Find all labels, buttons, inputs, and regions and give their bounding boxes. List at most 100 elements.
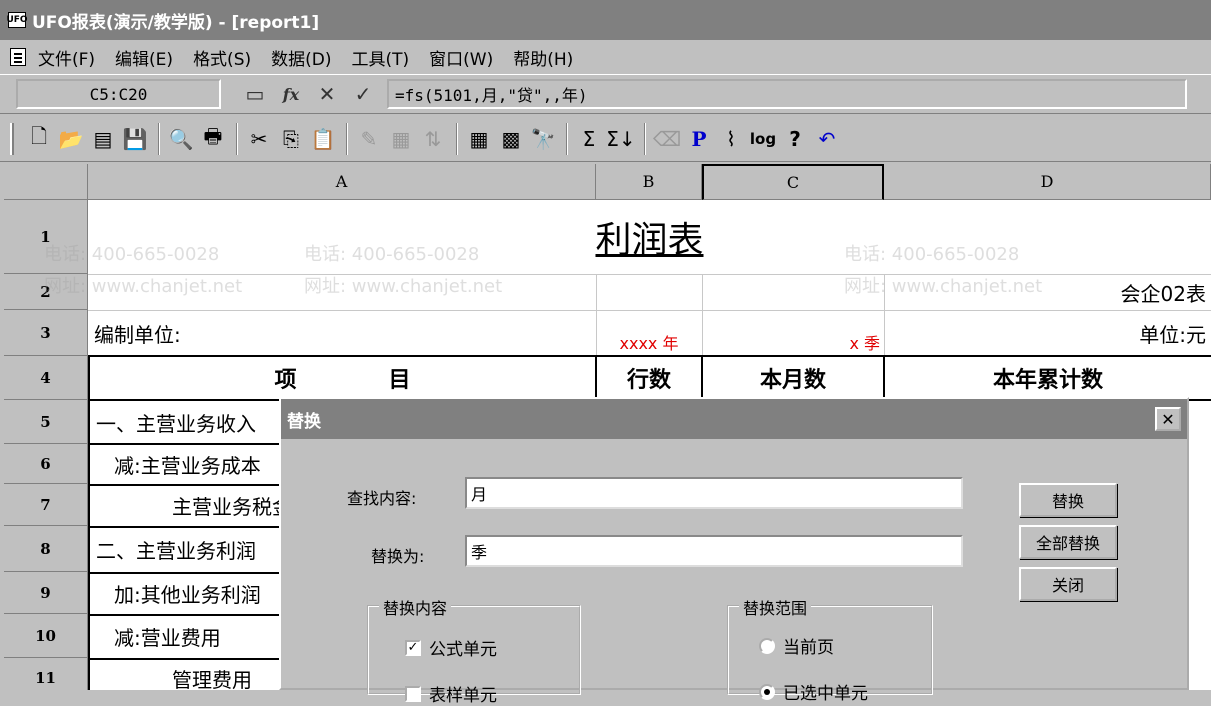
- prepared-by-cell[interactable]: 编制单位:: [94, 310, 394, 356]
- column-header-b[interactable]: B: [596, 164, 702, 200]
- confirm-edit-icon[interactable]: ✓: [349, 80, 377, 108]
- print-icon[interactable]: 🖶: [198, 123, 228, 155]
- row-header-10[interactable]: 10: [4, 614, 88, 658]
- menu-format[interactable]: 格式(S): [193, 45, 251, 70]
- row-header-3[interactable]: 3: [4, 310, 88, 356]
- separator: [236, 122, 238, 155]
- replace-dialog: 替换 ✕ 查找内容: 月 替换为: 季 替换 全部替换 关闭 替换内容 ✓ 公式…: [279, 397, 1189, 706]
- find-input[interactable]: 月: [465, 477, 963, 509]
- item-row-8[interactable]: 二、主营业务利润: [96, 526, 286, 572]
- copy-icon[interactable]: ⎘: [276, 123, 306, 155]
- toolbar: 🗋 📂 ▤ 💾 🔍 🖶 ✂ ⎘ 📋 ✎ ▦ ⇅ ▦ ▩ 🔭 Σ Σ↓ ⌫ P ⌇…: [0, 116, 1211, 162]
- row-header-2[interactable]: 2: [4, 274, 88, 310]
- function-wizard-icon[interactable]: ▭: [241, 80, 269, 108]
- app-window: UFO UFO报表(演示/教学版) - [report1] 文件(F) 编辑(E…: [0, 0, 1211, 706]
- sum-down-icon[interactable]: Σ↓: [606, 123, 636, 155]
- cancel-edit-icon[interactable]: ✕: [313, 80, 341, 108]
- form-code-cell[interactable]: 会企02表: [884, 274, 1206, 310]
- scope-current-page-radio[interactable]: 当前页: [759, 633, 834, 658]
- help-pointer-icon[interactable]: ?: [780, 123, 810, 155]
- row-header-8[interactable]: 8: [4, 526, 88, 572]
- row-header-1[interactable]: 1: [4, 200, 88, 274]
- dialog-title: 替换: [287, 411, 321, 432]
- paste-icon[interactable]: 📋: [308, 123, 338, 155]
- item-row-7[interactable]: 主营业务税金: [172, 484, 286, 526]
- item-row-6[interactable]: 减:主营业务成本: [114, 444, 286, 484]
- scope-selected-cells-radio[interactable]: 已选中单元: [759, 679, 868, 704]
- row-header-7[interactable]: 7: [4, 484, 88, 526]
- title-bar: UFO UFO报表(演示/教学版) - [report1]: [0, 0, 1211, 40]
- new-file-icon[interactable]: 🗋: [24, 123, 54, 155]
- replace-button[interactable]: 替换: [1019, 483, 1117, 517]
- p-icon[interactable]: P: [684, 123, 714, 155]
- scope-current-page-label: 当前页: [783, 638, 834, 658]
- item-row-5[interactable]: 一、主营业务收入: [96, 400, 286, 444]
- replace-scope-legend: 替换范围: [739, 595, 812, 619]
- replace-content-group: 替换内容 ✓ 公式单元 表样单元: [367, 595, 581, 706]
- report-title[interactable]: 利润表: [88, 200, 1211, 274]
- row-header-6[interactable]: 6: [4, 444, 88, 484]
- menu-window[interactable]: 窗口(W): [429, 45, 493, 70]
- sum-icon[interactable]: Σ: [574, 123, 604, 155]
- column-header-a[interactable]: A: [88, 164, 596, 200]
- close-icon[interactable]: ✕: [1155, 407, 1181, 431]
- print-preview-icon[interactable]: 🔍: [166, 123, 196, 155]
- checkbox-icon: ✓: [405, 639, 421, 656]
- cell-reference-box[interactable]: C5:C20: [16, 79, 221, 109]
- menu-data[interactable]: 数据(D): [271, 45, 331, 70]
- row-header-9[interactable]: 9: [4, 572, 88, 614]
- sample-cell-checkbox[interactable]: 表样单元: [405, 681, 497, 706]
- column-header-d[interactable]: D: [884, 164, 1211, 200]
- item-row-9[interactable]: 加:其他业务利润: [114, 572, 286, 614]
- replace-scope-group: 替换范围 当前页 已选中单元: [727, 595, 933, 704]
- unit-cell[interactable]: 单位:元: [884, 310, 1206, 356]
- header-this-month[interactable]: 本月数: [703, 356, 883, 400]
- row-header-11[interactable]: 11: [4, 658, 88, 690]
- year-cell[interactable]: xxxx 年: [596, 324, 702, 360]
- replace-label: 替换为:: [371, 547, 425, 566]
- formula-cell-checkbox[interactable]: ✓ 公式单元: [405, 635, 497, 660]
- table-icon[interactable]: ▩: [496, 123, 526, 155]
- header-item[interactable]: 项 目: [90, 356, 595, 400]
- fx-icon[interactable]: fx: [277, 80, 305, 108]
- find-label: 查找内容:: [347, 489, 417, 508]
- format-painter-icon[interactable]: ✎: [354, 123, 384, 155]
- replace-input[interactable]: 季: [465, 535, 963, 567]
- menu-help[interactable]: 帮助(H): [513, 45, 573, 70]
- new-report-icon[interactable]: ▤: [88, 123, 118, 155]
- formula-cell-label: 公式单元: [429, 640, 497, 660]
- row-header-5[interactable]: 5: [4, 400, 88, 444]
- toolbar-grip[interactable]: [10, 122, 14, 155]
- sort-icon[interactable]: ⇅: [418, 123, 448, 155]
- save-icon[interactable]: 💾: [120, 123, 150, 155]
- radio-icon: [759, 683, 775, 700]
- menu-tools[interactable]: 工具(T): [351, 45, 409, 70]
- find-icon[interactable]: 🔭: [528, 123, 558, 155]
- dialog-title-bar: 替换 ✕: [281, 399, 1187, 439]
- quarter-cell[interactable]: x 季: [702, 324, 884, 360]
- corner-header[interactable]: [4, 164, 88, 200]
- menu-file[interactable]: 文件(F): [38, 45, 95, 70]
- watermark-text: 网址: www.chanjet.net: [304, 276, 503, 297]
- row-header-4[interactable]: 4: [4, 356, 88, 400]
- column-header-c[interactable]: C: [702, 164, 884, 200]
- document-icon[interactable]: [10, 48, 26, 66]
- header-ytd[interactable]: 本年累计数: [885, 356, 1211, 400]
- item-row-11[interactable]: 管理费用: [172, 658, 286, 691]
- header-line-no[interactable]: 行数: [597, 356, 701, 400]
- undo-icon[interactable]: ↶: [812, 123, 842, 155]
- item-row-10[interactable]: 减:营业费用: [114, 614, 286, 658]
- formula-input[interactable]: =fs(5101,月,"贷",,年): [387, 79, 1187, 109]
- radio-icon: [759, 637, 775, 654]
- insert-chart-icon[interactable]: ▦: [386, 123, 416, 155]
- replace-all-button[interactable]: 全部替换: [1019, 525, 1117, 559]
- cut-icon[interactable]: ✂: [244, 123, 274, 155]
- formula-icon[interactable]: ⌇: [716, 123, 746, 155]
- format-icon[interactable]: ⌫: [652, 123, 682, 155]
- open-folder-icon[interactable]: 📂: [56, 123, 86, 155]
- grid-icon[interactable]: ▦: [464, 123, 494, 155]
- replace-content-legend: 替换内容: [379, 595, 452, 619]
- log-icon[interactable]: log: [748, 123, 778, 155]
- menu-edit[interactable]: 编辑(E): [115, 45, 173, 70]
- close-button[interactable]: 关闭: [1019, 567, 1117, 601]
